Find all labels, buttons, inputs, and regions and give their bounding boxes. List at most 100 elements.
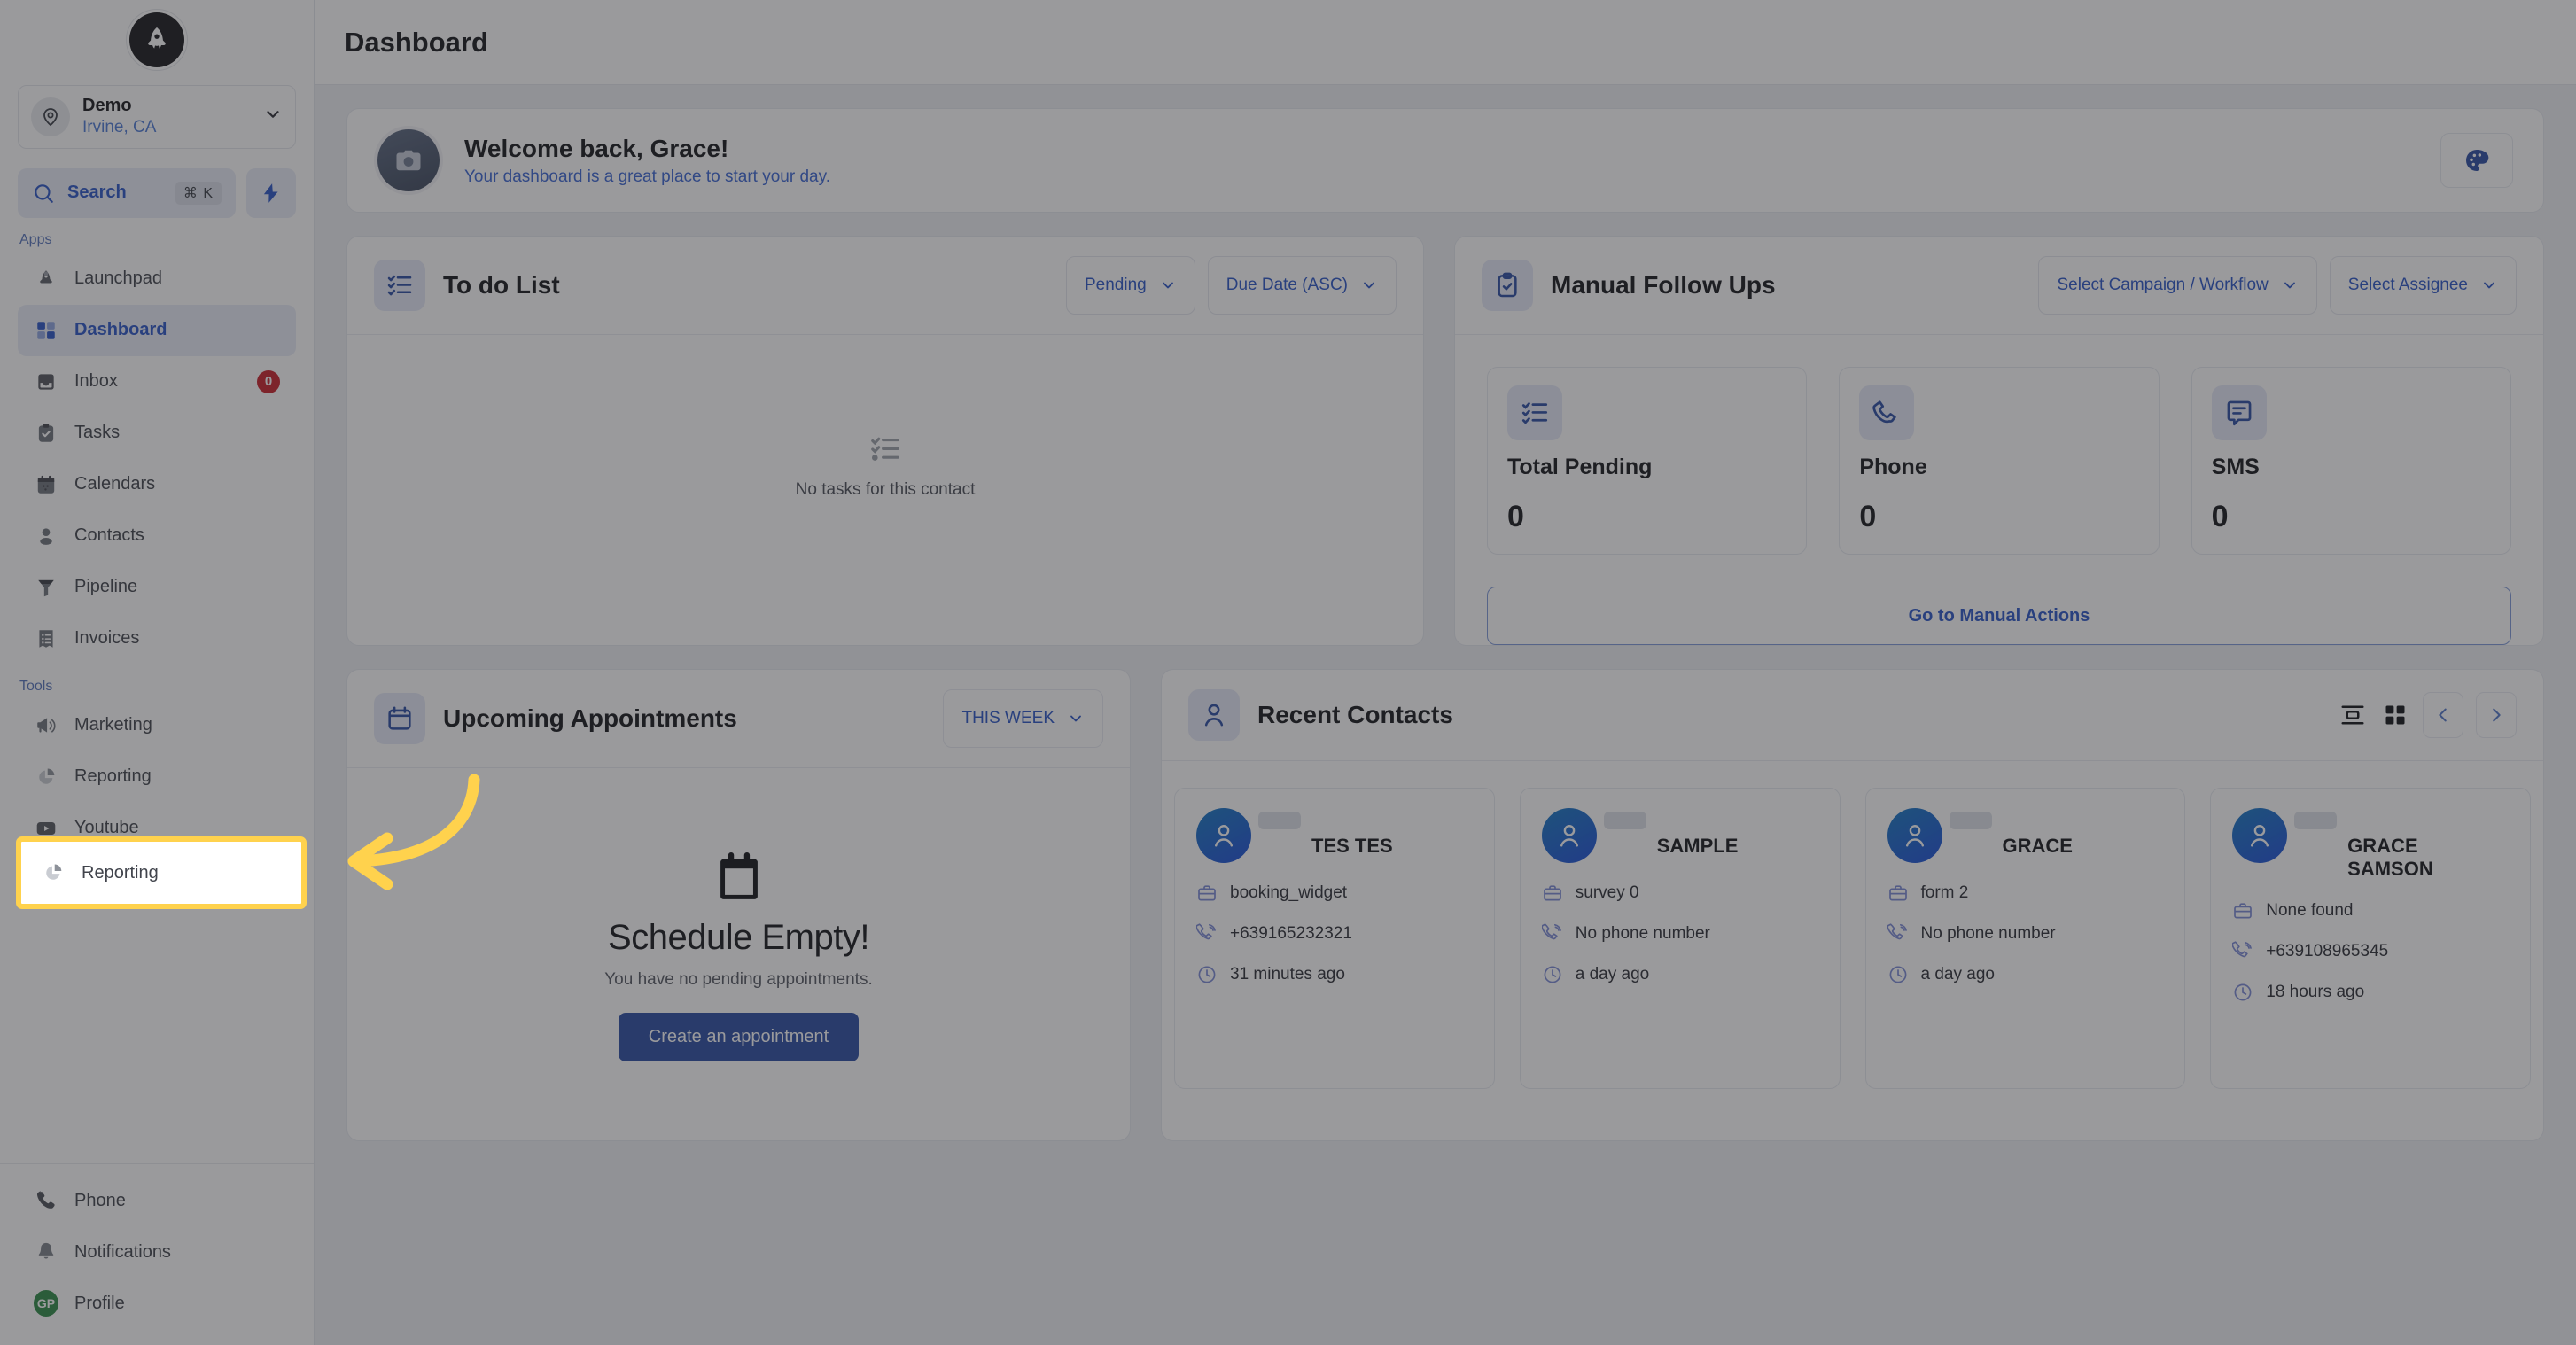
- stat-label: Total Pending: [1507, 455, 1653, 479]
- search-input[interactable]: Search ⌘ K: [18, 167, 236, 218]
- stat-value: 0: [1859, 500, 1877, 533]
- person-icon: [1188, 689, 1240, 741]
- search-label: Search: [67, 183, 127, 203]
- contact-card[interactable]: SAMPLE survey 0 No phone number a day ag…: [1519, 788, 1841, 1089]
- chevron-down-icon: [1360, 276, 1378, 294]
- followups-campaign-filter[interactable]: Select Campaign / Workflow: [2038, 256, 2317, 315]
- chevron-down-icon[interactable]: [263, 105, 283, 128]
- contact-time-row: a day ago: [1887, 964, 2164, 985]
- sidebar-item-profile[interactable]: GP Profile: [18, 1278, 296, 1329]
- app-root: Demo Irvine, CA Search ⌘ K Apps Launchpa…: [0, 0, 2576, 1345]
- clipboard-check-icon: [34, 421, 58, 446]
- contact-phone-row: +639108965345: [2232, 941, 2509, 962]
- pie-chart-icon: [41, 860, 66, 885]
- stat-phone: Phone 0: [1839, 367, 2160, 555]
- sidebar-item-reporting[interactable]: Reporting: [18, 751, 296, 803]
- sidebar-item-tasks[interactable]: Tasks: [18, 408, 296, 459]
- phone-ring-icon: [2232, 941, 2253, 958]
- rocket-logo-icon[interactable]: [129, 12, 184, 67]
- followups-stats: Total Pending 0 Phone 0 SMS 0: [1455, 335, 2543, 555]
- quick-action-button[interactable]: [246, 167, 296, 218]
- sidebar-item-inbox[interactable]: Inbox 0: [18, 356, 296, 408]
- rocket-icon: [34, 267, 58, 292]
- appointments-title: Upcoming Appointments: [443, 704, 737, 732]
- contact-card[interactable]: GRACE form 2 No phone number a day ago: [1864, 788, 2186, 1089]
- upcoming-appointments-card: Upcoming Appointments THIS WEEK Schedule…: [346, 669, 1131, 1141]
- stat-label: SMS: [2211, 455, 2260, 479]
- contacts-next-button[interactable]: [2476, 692, 2517, 738]
- sidebar-item-invoices[interactable]: Invoices: [18, 613, 296, 665]
- contact-tag-placeholder: [1603, 812, 1646, 829]
- avatar: GP: [34, 1290, 58, 1317]
- contact-phone: No phone number: [1920, 924, 2056, 943]
- sidebar-item-notifications[interactable]: Notifications: [18, 1226, 296, 1278]
- sidebar-item-pipeline[interactable]: Pipeline: [18, 562, 296, 613]
- sidebar-item-launchpad[interactable]: Launchpad: [18, 253, 296, 305]
- contact-card[interactable]: TES TES booking_widget +639165232321 31 …: [1174, 788, 1495, 1089]
- contact-time: a day ago: [1575, 965, 1650, 983]
- todo-title: To do List: [443, 271, 560, 299]
- sidebar-item-reporting-highlighted[interactable]: Reporting: [21, 842, 301, 904]
- search-row: Search ⌘ K: [0, 149, 314, 218]
- contact-time-row: 31 minutes ago: [1196, 964, 1473, 985]
- location-switcher[interactable]: Demo Irvine, CA: [18, 85, 296, 149]
- appointments-range-filter[interactable]: THIS WEEK: [943, 689, 1103, 748]
- contact-source: booking_widget: [1230, 883, 1348, 902]
- clock-icon: [1198, 966, 1216, 983]
- sidebar-item-calendars[interactable]: Calendars: [18, 459, 296, 510]
- chevron-right-icon: [2493, 708, 2501, 722]
- contact-card[interactable]: GRACE SAMSON None found +639108965345 18…: [2210, 788, 2531, 1089]
- go-to-manual-actions-button[interactable]: Go to Manual Actions: [1487, 587, 2511, 645]
- stat-value: 0: [2211, 500, 2229, 533]
- followups-assignee-filter[interactable]: Select Assignee: [2329, 256, 2517, 315]
- contact-time: a day ago: [1920, 965, 1995, 983]
- phone-icon: [1859, 385, 1915, 440]
- topbar: Dashboard: [315, 0, 2576, 85]
- stat-value: 0: [1507, 500, 1524, 533]
- followups-filters: Select Campaign / Workflow Select Assign…: [2038, 256, 2517, 315]
- todo-empty-text: No tasks for this contact: [795, 479, 976, 499]
- reporting-highlight-box[interactable]: Reporting: [16, 836, 307, 909]
- welcome-subtitle: Your dashboard is a great place to start…: [464, 167, 830, 186]
- stat-label: Phone: [1859, 455, 1927, 479]
- chevron-down-icon: [2480, 276, 2498, 294]
- sidebar-item-marketing[interactable]: Marketing: [18, 700, 296, 751]
- sidebar-item-dashboard[interactable]: Dashboard: [18, 304, 296, 356]
- todo-status-filter[interactable]: Pending: [1065, 256, 1195, 315]
- welcome-banner: Welcome back, Grace! Your dashboard is a…: [346, 108, 2544, 213]
- checklist-icon: [1507, 385, 1562, 440]
- hamburger-collapse-icon[interactable]: [315, 23, 316, 58]
- todo-sort-filter[interactable]: Due Date (ASC): [1207, 256, 1397, 315]
- sidebar-item-label: Inbox: [74, 371, 118, 392]
- invoice-list-icon: [34, 626, 58, 651]
- theme-palette-button[interactable]: [2440, 133, 2513, 188]
- contacts-prev-button[interactable]: [2423, 692, 2463, 738]
- avatar: [1887, 808, 1942, 863]
- contact-time-row: 18 hours ago: [2232, 982, 2509, 1003]
- contact-header: GRACE: [1887, 808, 2164, 863]
- sidebar-item-phone[interactable]: Phone: [18, 1175, 296, 1226]
- sidebar-item-label: Phone: [74, 1190, 126, 1210]
- contact-source: survey 0: [1575, 883, 1639, 902]
- palette-icon: [2466, 150, 2489, 171]
- funnel-icon: [34, 575, 58, 600]
- contact-header: SAMPLE: [1541, 808, 1818, 863]
- contact-tag-placeholder: [1949, 812, 1992, 829]
- briefcase-icon: [2234, 903, 2253, 919]
- create-appointment-button[interactable]: Create an appointment: [618, 1013, 860, 1061]
- contact-tag-placeholder: [1258, 812, 1301, 829]
- sms-bubble-icon: [2211, 385, 2267, 440]
- phone-ring-icon: [1541, 923, 1561, 940]
- dashboard-row-1: To do List Pending Due Date (ASC) No tas…: [346, 236, 2544, 646]
- location-pin-icon: [31, 97, 70, 136]
- contact-name: GRACE SAMSON: [2347, 835, 2433, 880]
- sidebar-item-contacts[interactable]: Contacts: [18, 510, 296, 562]
- contact-phone-row: No phone number: [1887, 923, 2164, 945]
- inbox-badge: 0: [257, 369, 280, 393]
- contact-source-row: booking_widget: [1196, 882, 1473, 904]
- manual-followups-card: Manual Follow Ups Select Campaign / Work…: [1454, 236, 2544, 646]
- appointments-card-header: Upcoming Appointments THIS WEEK: [347, 670, 1130, 768]
- sidebar-item-label: Pipeline: [74, 577, 138, 597]
- grid-view-icon[interactable]: [2380, 700, 2410, 730]
- list-view-icon[interactable]: [2338, 700, 2368, 730]
